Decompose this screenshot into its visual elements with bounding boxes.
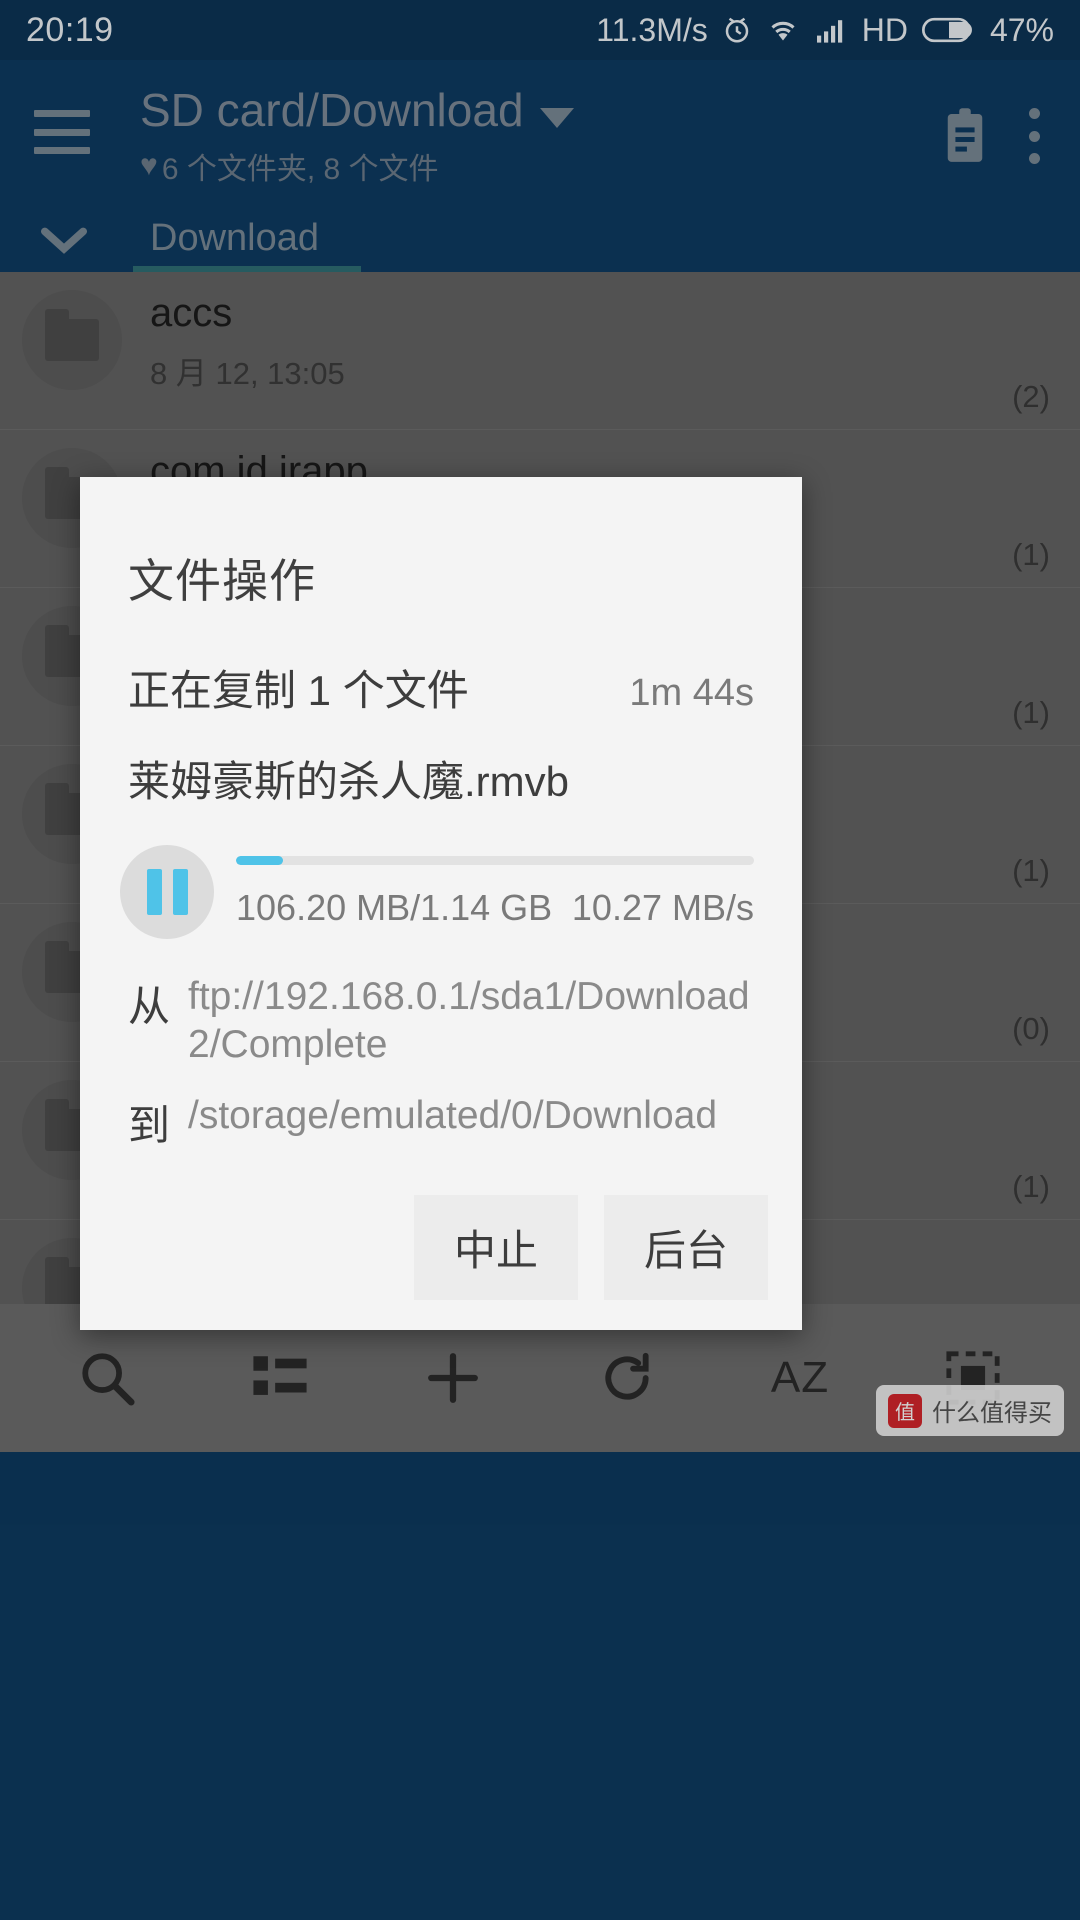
speed-label: 10.27 MB/s (571, 886, 754, 928)
progress-bar-fill (236, 855, 283, 865)
source-label: 从 (128, 983, 171, 1030)
transferred-label: 106.20 MB/1.14 GB (236, 886, 553, 928)
progress-block: 106.20 MB/1.14 GB 10.27 MB/s (80, 809, 802, 939)
abort-button[interactable]: 中止 (413, 1194, 578, 1300)
eta-label: 1m 44s (629, 672, 754, 714)
progress-bar (236, 855, 754, 865)
destination-label: 到 (128, 1101, 171, 1149)
destination-path: /storage/emulated/0/Download (188, 1093, 718, 1137)
source-path-row: 从 ftp://192.168.0.1/sda1/Download2/Compl… (80, 939, 802, 1070)
current-file-name: 莱姆豪斯的杀人魔.rmvb (128, 758, 570, 805)
destination-path-row: 到 /storage/emulated/0/Download (80, 1070, 802, 1153)
pause-icon[interactable] (120, 845, 214, 939)
dialog-title: 文件操作 (128, 555, 316, 607)
background-button[interactable]: 后台 (603, 1194, 768, 1300)
operation-status: 正在复制 1 个文件 (128, 667, 469, 714)
file-operation-dialog: 文件操作 正在复制 1 个文件 1m 44s 莱姆豪斯的杀人魔.rmvb 106… (80, 477, 802, 1330)
source-path: ftp://192.168.0.1/sda1/Download2/Complet… (188, 975, 750, 1067)
